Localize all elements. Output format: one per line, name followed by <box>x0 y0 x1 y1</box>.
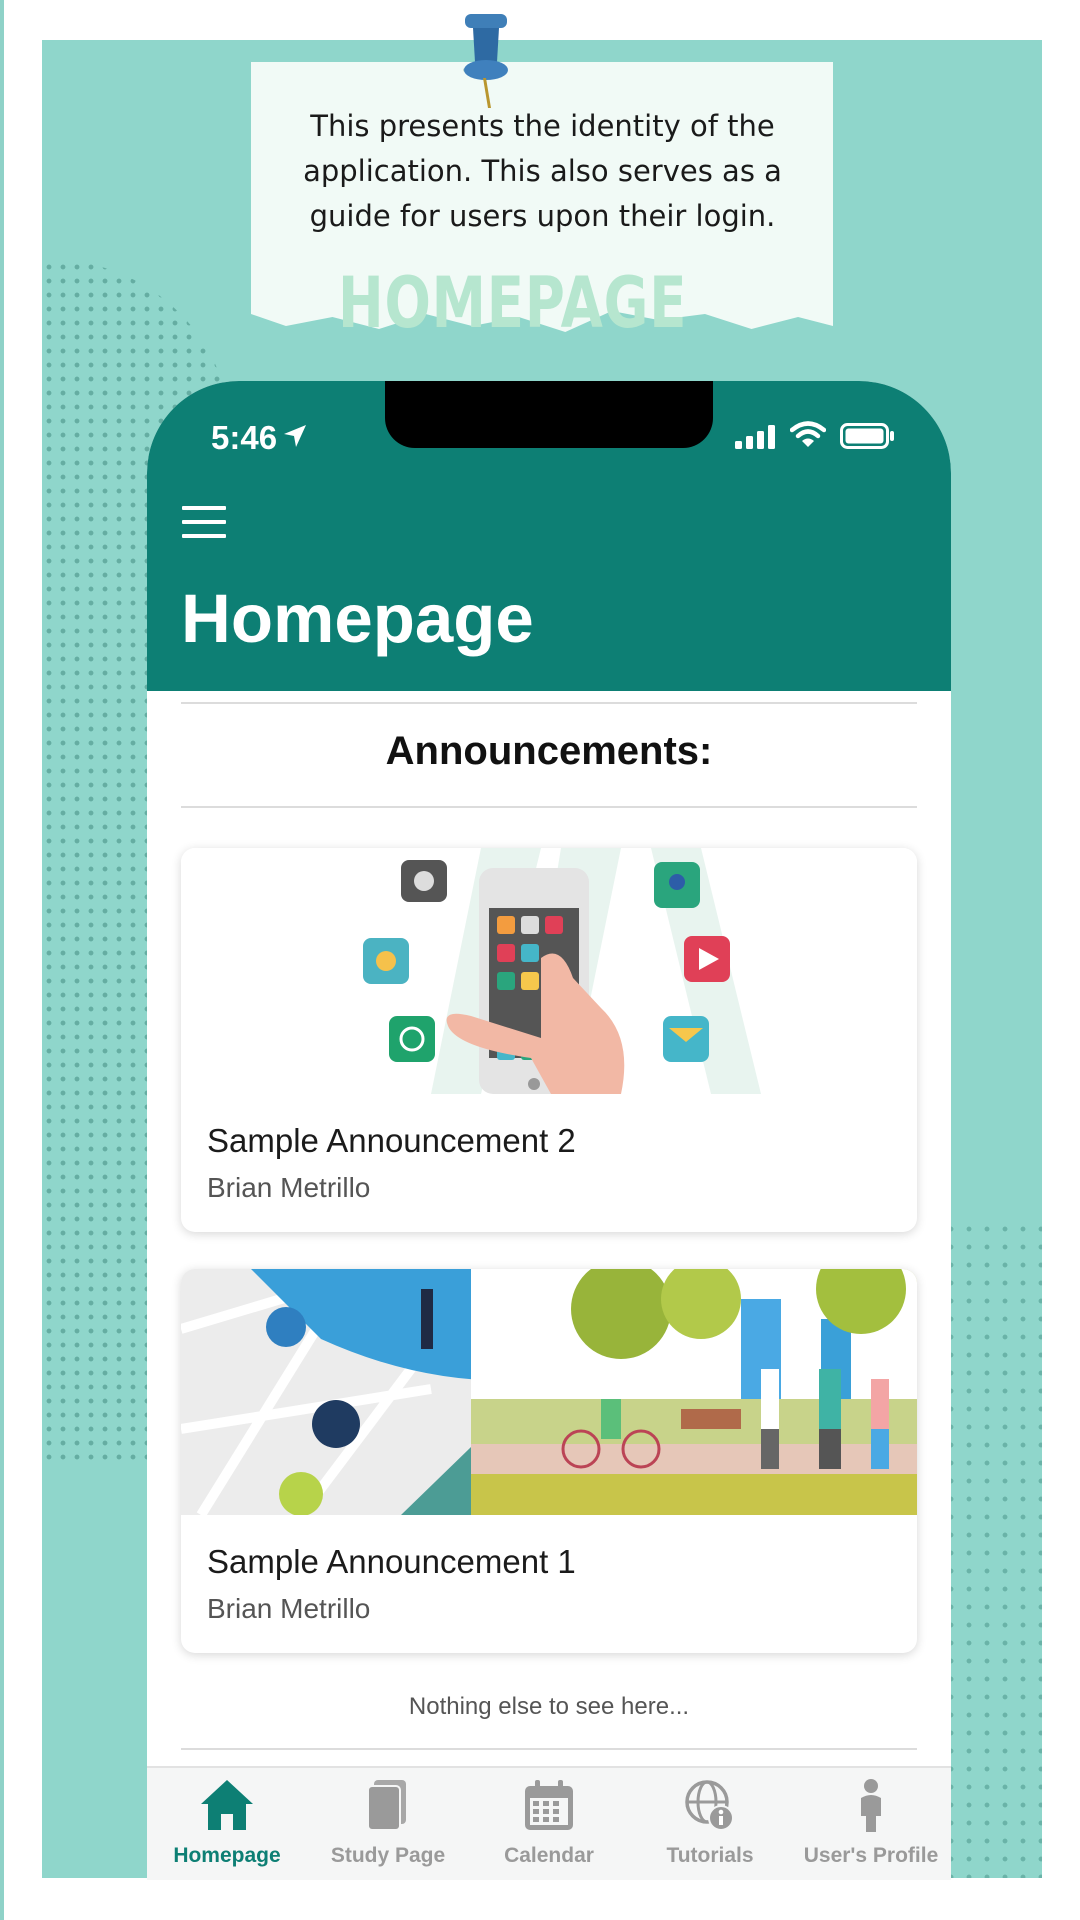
note-description: This presents the identity of the applic… <box>303 109 782 233</box>
person-icon <box>861 1779 881 1832</box>
location-arrow-icon <box>284 425 306 447</box>
tab-calendar[interactable]: Calendar <box>469 1768 629 1880</box>
hamburger-menu-icon[interactable] <box>182 506 226 542</box>
phone-screen: 5:46 Homepage Announcements: Sample Anno… <box>147 381 951 1880</box>
book-icon <box>367 1780 406 1831</box>
tab-label: User's Profile <box>803 1844 939 1867</box>
announcement-author: Brian Metrillo <box>207 1593 371 1624</box>
city-park-map-illustration <box>181 1269 917 1515</box>
left-border-line <box>0 0 4 1920</box>
note-title: HOMEPAGE <box>338 262 688 344</box>
wifi-icon <box>790 421 826 447</box>
dot-pattern-right <box>942 1220 1042 1878</box>
calendar-icon <box>525 1780 573 1830</box>
pushpin-icon <box>463 14 508 108</box>
announcements-heading: Announcements: <box>385 729 713 773</box>
phone-notch <box>385 381 713 448</box>
bottom-tab-bar: Homepage Study Page Calendar Tutorials U… <box>147 1766 951 1880</box>
page-title: Homepage <box>181 580 534 657</box>
tab-homepage[interactable]: Homepage <box>147 1768 307 1880</box>
status-time: 5:46 <box>211 419 278 456</box>
tab-tutorials[interactable]: Tutorials <box>630 1768 790 1880</box>
tab-label: Homepage <box>173 1844 281 1867</box>
end-of-list-text: Nothing else to see here... <box>408 1693 690 1720</box>
tab-label: Study Page <box>330 1844 446 1867</box>
home-icon <box>201 1780 253 1830</box>
battery-icon <box>840 423 894 449</box>
tab-study-page[interactable]: Study Page <box>308 1768 468 1880</box>
app-header: 5:46 Homepage <box>147 381 951 691</box>
announcement-card[interactable]: Sample Announcement 2 Brian Metrillo <box>181 848 917 1232</box>
announcement-title: Sample Announcement 1 <box>207 1543 576 1580</box>
section-divider-bottom <box>181 806 917 808</box>
signal-icon <box>735 425 775 449</box>
announcement-author: Brian Metrillo <box>207 1172 371 1203</box>
list-end-divider <box>181 1748 917 1750</box>
tab-label: Calendar <box>504 1844 594 1867</box>
smartphone-apps-illustration <box>181 848 917 1094</box>
tab-label: Tutorials <box>666 1844 754 1867</box>
announcement-title: Sample Announcement 2 <box>207 1122 576 1159</box>
tab-users-profile[interactable]: User's Profile <box>791 1768 951 1880</box>
section-divider-top <box>181 702 917 704</box>
globe-info-icon <box>685 1780 734 1831</box>
announcement-card[interactable]: Sample Announcement 1 Brian Metrillo <box>181 1269 917 1653</box>
